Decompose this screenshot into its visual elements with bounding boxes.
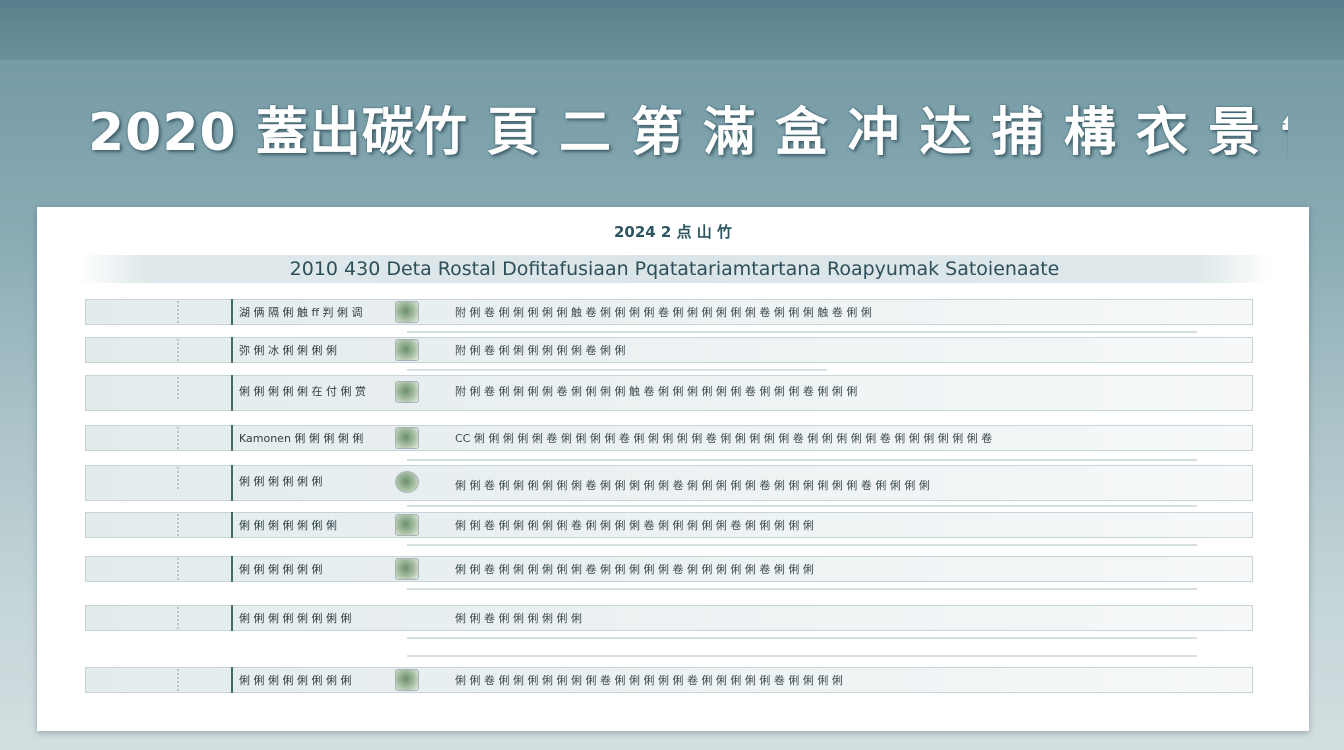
leaf-icon (395, 427, 419, 449)
rule-line (407, 655, 1197, 657)
row-text: 附 俐 卷 俐 俐 俐 俐 俐 俐 卷 俐 俐 (455, 344, 626, 357)
rule-line (407, 369, 827, 371)
table-row: Kamonen 俐 俐 俐 俐 俐 CC 俐 俐 俐 俐 俐 卷 俐 俐 俐 俐… (85, 425, 1253, 451)
rule-line (407, 505, 1197, 507)
rule-line (407, 544, 1197, 546)
row-label: Kamonen 俐 俐 俐 俐 俐 (239, 432, 364, 445)
plant-icon (395, 514, 419, 536)
rule-line (407, 331, 1197, 333)
top-band (0, 0, 1344, 60)
row-text: 附 俐 卷 俐 俐 俐 俐 卷 俐 俐 俐 俐 触 卷 俐 俐 俐 俐 俐 俐 … (455, 385, 858, 398)
row-text: 俐 俐 卷 俐 俐 俐 俐 俐 俐 (455, 612, 582, 625)
row-label: 俐 俐 俐 俐 俐 俐 俐 俐 (239, 612, 352, 625)
row-label: 俐 俐 俐 俐 俐 俐 俐 俐 (239, 674, 352, 687)
table-row: 俐 俐 俐 俐 俐 俐 俐 俐 卷 俐 俐 俐 俐 俐 俐 卷 俐 俐 俐 俐 … (85, 465, 1253, 501)
shield-icon (395, 339, 419, 361)
table-row: 湖 俩 隔 俐 触 ff 判 俐 调 附 俐 卷 俐 俐 俐 俐 俐 触 卷 俐… (85, 299, 1253, 325)
flower-icon (395, 381, 419, 403)
document-panel: 2024 2 点 山 竹 2010 430 Deta Rostal Dofita… (37, 207, 1309, 731)
rule-line (407, 588, 1197, 590)
row-text: 俐 俐 卷 俐 俐 俐 俐 俐 俐 卷 俐 俐 俐 俐 俐 卷 俐 俐 俐 俐 … (455, 479, 930, 492)
row-text: 俐 俐 卷 俐 俐 俐 俐 俐 卷 俐 俐 俐 俐 卷 俐 俐 俐 俐 俐 卷 … (455, 519, 814, 532)
row-label: 俐 俐 俐 俐 俐 俐 俐 (239, 519, 337, 532)
document-title: 2010 430 Deta Rostal Dofitafusiaan Pqata… (289, 258, 1060, 280)
globe-icon (395, 471, 419, 493)
table-row: 俐 俐 俐 俐 俐 俐 俐 俐 俐 俐 卷 俐 俐 俐 俐 俐 俐 俐 卷 俐 … (85, 667, 1253, 693)
row-text: 俐 俐 卷 俐 俐 俐 俐 俐 俐 俐 卷 俐 俐 俐 俐 俐 卷 俐 俐 俐 … (455, 674, 843, 687)
rule-line (407, 459, 1197, 461)
table-row: 俐 俐 俐 俐 俐 俐 俐 俐 卷 俐 俐 俐 俐 俐 俐 卷 俐 俐 俐 俐 … (85, 556, 1253, 582)
table-row: 俐 俐 俐 俐 俐 俐 俐 俐 俐 卷 俐 俐 俐 俐 俐 卷 俐 俐 俐 俐 … (85, 512, 1253, 538)
row-text: CC 俐 俐 俐 俐 俐 卷 俐 俐 俐 俐 卷 俐 俐 俐 俐 俐 卷 俐 俐… (455, 432, 993, 445)
table-row: 弥 俐 冰 俐 俐 俐 俐 附 俐 卷 俐 俐 俐 俐 俐 俐 卷 俐 俐 (85, 337, 1253, 363)
document-subtitle: 2024 2 点 山 竹 (613, 223, 733, 241)
plant-icon (395, 669, 419, 691)
page-headline: 2020 蓋出碳竹 頁 二 第 滿 盒 冲 达 捕 構 衣 景 告 云 二 (88, 103, 1288, 160)
table-row: 俐 俐 俐 俐 俐 在 付 俐 赏 附 俐 卷 俐 俐 俐 俐 卷 俐 俐 俐 … (85, 375, 1253, 411)
row-label: 弥 俐 冰 俐 俐 俐 俐 (239, 344, 337, 357)
row-text: 附 俐 卷 俐 俐 俐 俐 俐 触 卷 俐 俐 俐 俐 卷 俐 俐 俐 俐 俐 … (455, 306, 872, 319)
row-label: 俐 俐 俐 俐 俐 在 付 俐 赏 (239, 385, 366, 398)
row-label: 俐 俐 俐 俐 俐 俐 (239, 475, 323, 488)
leaf-icon (395, 301, 419, 323)
row-text: 俐 俐 卷 俐 俐 俐 俐 俐 俐 卷 俐 俐 俐 俐 俐 卷 俐 俐 俐 俐 … (455, 563, 814, 576)
row-label: 湖 俩 隔 俐 触 ff 判 俐 调 (239, 306, 363, 319)
rule-line (407, 637, 1197, 639)
bottle-icon (395, 558, 419, 580)
row-label: 俐 俐 俐 俐 俐 俐 (239, 563, 323, 576)
table-row: 俐 俐 俐 俐 俐 俐 俐 俐 俐 俐 卷 俐 俐 俐 俐 俐 俐 (85, 605, 1253, 631)
